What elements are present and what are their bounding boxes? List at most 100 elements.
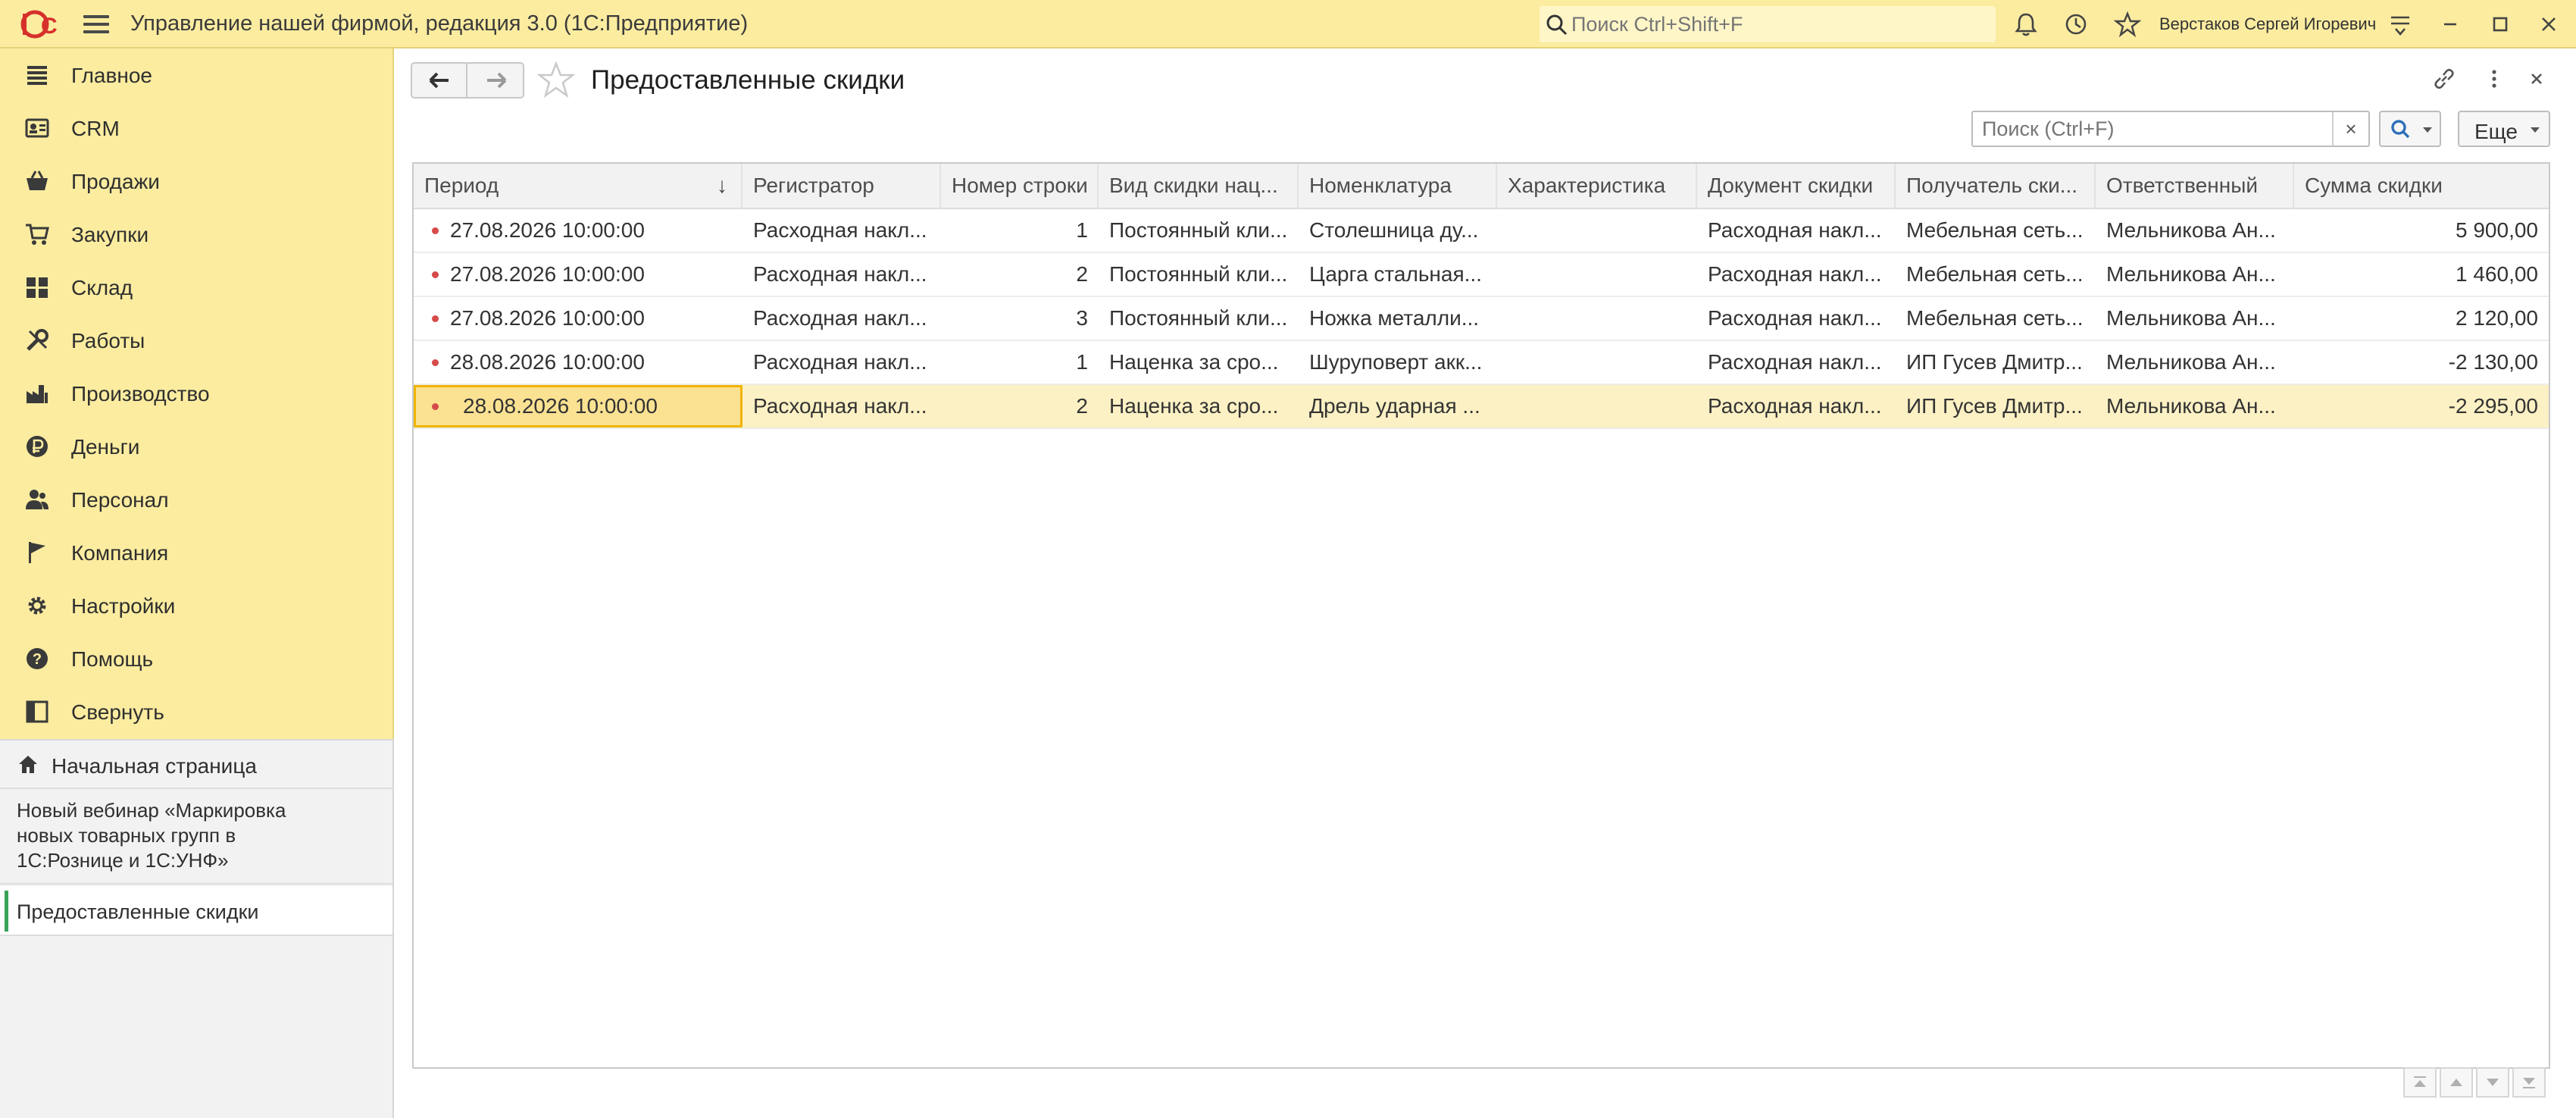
sidebar-item-crm[interactable]: CRM — [0, 102, 392, 155]
sidebar-item-company[interactable]: Компания — [0, 526, 392, 579]
column-header-nomenclature[interactable]: Номенклатура — [1299, 164, 1497, 208]
global-search[interactable] — [1540, 6, 1996, 42]
basket-icon — [27, 171, 48, 190]
column-header-discount-type[interactable]: Вид скидки нац... — [1099, 164, 1299, 208]
sidebar-item-purchases[interactable]: Закупки — [0, 208, 392, 261]
sidebar-item-label: Помощь — [71, 647, 154, 671]
scroll-bottom-button[interactable] — [2512, 1067, 2546, 1098]
table-row[interactable]: 28.08.2026 10:00:00 Расходная накл... 1 … — [414, 341, 2549, 385]
table-row[interactable]: 27.08.2026 10:00:00 Расходная накл... 3 … — [414, 297, 2549, 341]
sidebar-item-help[interactable]: ? Помощь — [0, 632, 392, 685]
back-button[interactable] — [412, 64, 467, 97]
more-button[interactable]: Еще — [2458, 111, 2550, 147]
sidebar-item-warehouse[interactable]: Склад — [0, 261, 392, 314]
settings-menu-icon[interactable] — [2387, 11, 2414, 38]
sections-sidebar: Главное CRM Продажи Закупки Склад Работы… — [0, 49, 394, 739]
discounts-table[interactable]: Период ↓ Регистратор Номер строки Вид ск… — [412, 162, 2550, 1069]
warehouse-icon — [27, 277, 48, 298]
list-search-input[interactable] — [1973, 112, 2329, 146]
sidebar-item-sales[interactable]: Продажи — [0, 155, 392, 208]
sidebar-item-label: Главное — [71, 64, 152, 87]
sidebar-item-works[interactable]: Работы — [0, 314, 392, 367]
bell-icon[interactable] — [2012, 11, 2040, 38]
open-tab-discounts[interactable]: Предоставленные скидки — [0, 886, 392, 936]
link-icon[interactable] — [2431, 65, 2458, 92]
main-content: Предоставленные скидки × Еще Период ↓ — [395, 49, 2576, 1118]
scroll-down-icon — [2487, 1079, 2499, 1086]
clear-search-button[interactable]: × — [2332, 112, 2368, 146]
column-header-responsible[interactable]: Ответственный — [2096, 164, 2294, 208]
page-title: Предоставленные скидки — [591, 65, 905, 95]
scroll-bottom-icon — [2523, 1078, 2535, 1088]
scroll-top-button[interactable] — [2403, 1067, 2437, 1098]
table-scroll-buttons — [2403, 1067, 2555, 1101]
scroll-up-button[interactable] — [2440, 1067, 2473, 1098]
column-header-recipient[interactable]: Получатель ски... — [1896, 164, 2096, 208]
search-options-button[interactable] — [2379, 111, 2441, 147]
column-header-discount-document[interactable]: Документ скидки — [1697, 164, 1896, 208]
webinar-link[interactable]: Новый вебинар «Маркировка новых товарных… — [0, 791, 392, 885]
table-row[interactable]: 27.08.2026 10:00:00 Расходная накл... 2 … — [414, 253, 2549, 297]
sidebar-item-label: Работы — [71, 329, 145, 352]
column-header-line-number[interactable]: Номер строки — [941, 164, 1099, 208]
gear-icon — [28, 597, 46, 615]
ruble-icon — [27, 436, 48, 457]
maximize-icon[interactable] — [2487, 11, 2514, 38]
table-row[interactable]: 27.08.2026 10:00:00 Расходная накл... 1 … — [414, 209, 2549, 253]
search-icon — [2391, 120, 2410, 139]
record-active-icon — [432, 315, 439, 322]
1c-logo-icon[interactable]: С — [18, 8, 70, 41]
cart-icon — [26, 224, 49, 245]
minimize-icon[interactable] — [2437, 11, 2464, 38]
column-header-characteristic[interactable]: Характеристика — [1497, 164, 1697, 208]
scroll-down-button[interactable] — [2476, 1067, 2509, 1098]
table-header: Период ↓ Регистратор Номер строки Вид ск… — [414, 164, 2549, 209]
column-header-registrar[interactable]: Регистратор — [742, 164, 941, 208]
sort-desc-icon: ↓ — [717, 174, 727, 197]
column-header-period[interactable]: Период ↓ — [414, 164, 742, 208]
home-page-link[interactable]: Начальная страница — [0, 741, 392, 789]
help-icon: ? — [27, 648, 48, 669]
sidebar-item-label: Свернуть — [71, 700, 164, 724]
sidebar-item-label: Склад — [71, 276, 133, 299]
focused-cell[interactable]: 28.08.2026 10:00:00 — [414, 385, 742, 427]
sidebar-item-label: Настройки — [71, 594, 176, 618]
tools-icon — [27, 329, 48, 351]
collapse-icon — [26, 700, 48, 723]
active-tab-marker — [5, 891, 8, 932]
column-header-discount-amount[interactable]: Сумма скидки — [2294, 164, 2549, 208]
record-active-icon — [432, 227, 439, 234]
sidebar-item-staff[interactable]: Персонал — [0, 473, 392, 526]
sidebar-item-label: Компания — [71, 541, 169, 565]
sidebar-item-settings[interactable]: Настройки — [0, 579, 392, 632]
record-active-icon — [432, 271, 439, 278]
list-search: × — [1971, 111, 2370, 147]
main-menu-icon[interactable] — [83, 12, 109, 36]
favorites-star-icon[interactable] — [2114, 11, 2141, 38]
svg-text:С: С — [41, 14, 58, 39]
user-name[interactable]: Верстаков Сергей Игоревич — [2159, 14, 2376, 34]
search-icon — [1546, 14, 1568, 36]
sidebar-item-label: Продажи — [71, 170, 160, 193]
table-row-selected[interactable]: 28.08.2026 10:00:00 Расходная накл... 2 … — [414, 385, 2549, 429]
sidebar-item-collapse[interactable]: Свернуть — [0, 685, 392, 738]
svg-text:?: ? — [33, 651, 42, 668]
app-title: Управление нашей фирмой, редакция 3.0 (1… — [130, 11, 749, 36]
close-form-icon[interactable] — [2523, 65, 2550, 92]
sidebar-item-production[interactable]: Производство — [0, 367, 392, 420]
people-icon — [26, 490, 48, 509]
sidebar-item-label: Производство — [71, 382, 210, 406]
sidebar-item-label: Персонал — [71, 488, 169, 512]
close-window-icon[interactable] — [2535, 11, 2562, 38]
chevron-down-icon — [2423, 127, 2432, 133]
forward-button[interactable] — [469, 64, 524, 97]
title-bar: С Управление нашей фирмой, редакция 3.0 … — [0, 0, 2576, 49]
history-icon[interactable] — [2062, 11, 2090, 38]
open-windows-panel: Начальная страница Новый вебинар «Маркир… — [0, 739, 394, 1118]
sidebar-item-main[interactable]: Главное — [0, 49, 392, 102]
more-actions-icon[interactable] — [2481, 65, 2508, 92]
sidebar-item-money[interactable]: Деньги — [0, 420, 392, 473]
add-to-favorites-star-icon[interactable] — [536, 61, 576, 100]
contacts-icon — [25, 118, 49, 138]
global-search-input[interactable] — [1571, 11, 1980, 38]
